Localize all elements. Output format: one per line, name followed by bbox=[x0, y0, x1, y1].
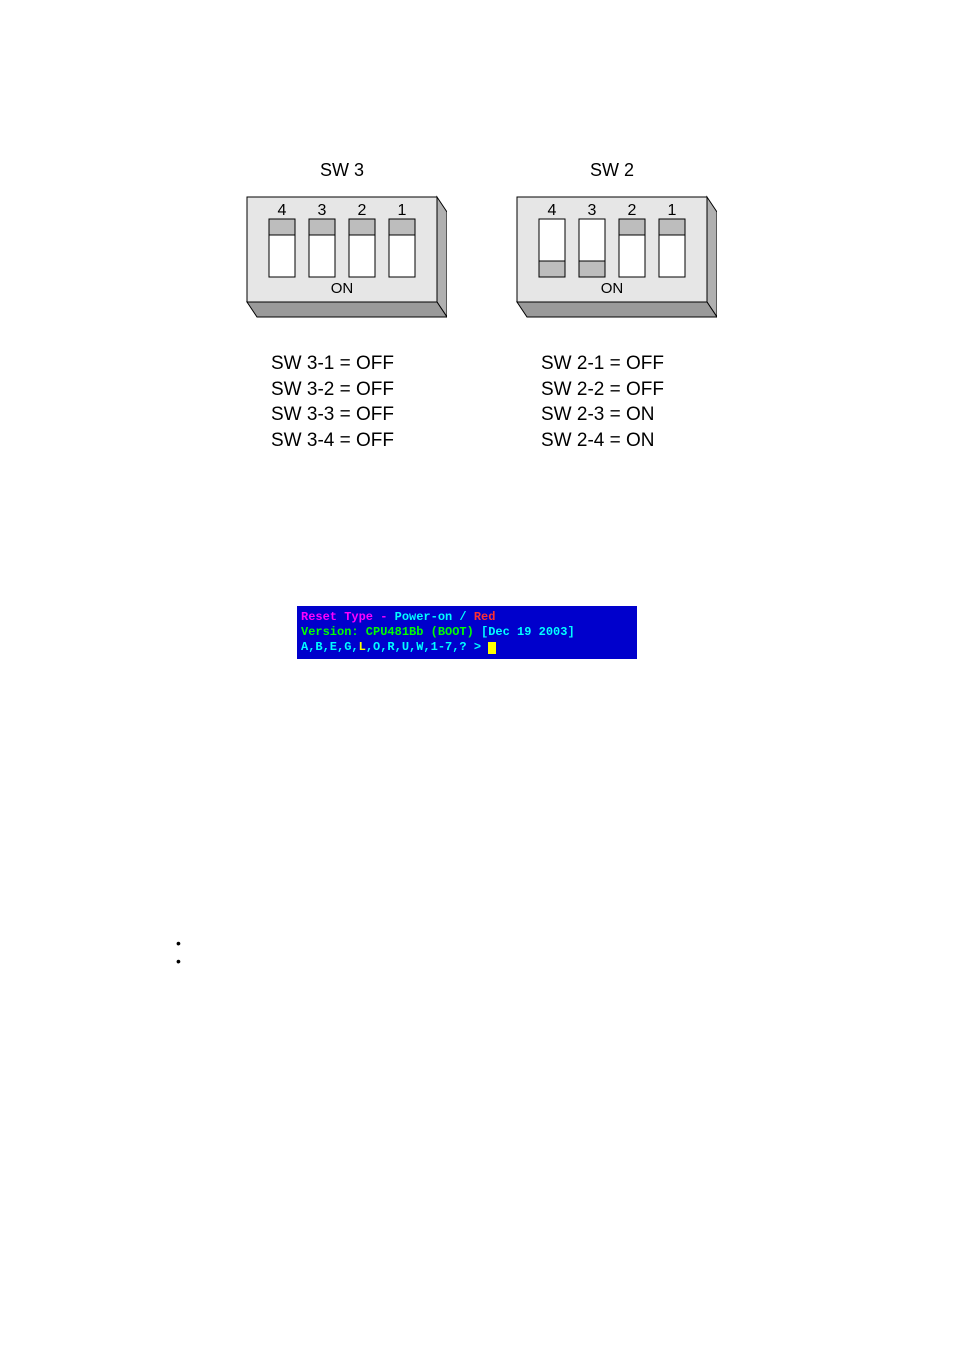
terminal-output: Reset Type - Power-on / Red Version: CPU… bbox=[297, 606, 637, 659]
switch-title: SW 2 bbox=[507, 160, 717, 181]
terminal-text: A,B,E,G, bbox=[301, 640, 359, 654]
on-label: ON bbox=[601, 280, 624, 297]
terminal-text: Reset Type - bbox=[301, 610, 395, 624]
dip-slot bbox=[539, 219, 565, 277]
dip-slot bbox=[269, 219, 295, 277]
switch-block-sw2: SW 2 4 3 2 1 bbox=[507, 160, 717, 454]
slot-num: 3 bbox=[318, 202, 327, 219]
slot-num: 1 bbox=[668, 202, 677, 219]
slot-num: 1 bbox=[398, 202, 407, 219]
switch-state: SW 2-1 = OFF bbox=[541, 351, 717, 377]
slot-num: 4 bbox=[278, 202, 287, 219]
cursor-icon bbox=[488, 642, 496, 654]
terminal-text: ,O,R,U,W,1-7,? > bbox=[366, 640, 488, 654]
switch-title: SW 3 bbox=[237, 160, 447, 181]
dip-slot bbox=[309, 219, 335, 277]
dip-slot bbox=[389, 219, 415, 277]
slot-num: 3 bbox=[588, 202, 597, 219]
terminal-text: / bbox=[452, 610, 474, 624]
switch-state-list: SW 3-1 = OFF SW 3-2 = OFF SW 3-3 = OFF S… bbox=[237, 351, 447, 454]
slot-num: 4 bbox=[548, 202, 557, 219]
terminal-text: Power-on bbox=[395, 610, 453, 624]
terminal-line: Version: CPU481Bb (BOOT) [Dec 19 2003] bbox=[301, 625, 631, 640]
bullet-icon: • bbox=[176, 935, 181, 951]
dip-slot bbox=[619, 219, 645, 277]
switch-state: SW 3-4 = OFF bbox=[271, 428, 447, 454]
terminal-text: [Dec 19 2003] bbox=[481, 625, 575, 639]
switch-state: SW 2-3 = ON bbox=[541, 402, 717, 428]
dip-switch-sw2: 4 3 2 1 bbox=[507, 187, 717, 327]
on-label: ON bbox=[331, 280, 354, 297]
switch-state: SW 2-4 = ON bbox=[541, 428, 717, 454]
dip-slot bbox=[579, 219, 605, 277]
terminal-line: A,B,E,G,L,O,R,U,W,1-7,? > bbox=[301, 640, 631, 655]
terminal-text: L bbox=[359, 640, 366, 654]
switch-state: SW 3-3 = OFF bbox=[271, 402, 447, 428]
bullet-list: • • bbox=[176, 935, 181, 971]
terminal-line: Reset Type - Power-on / Red bbox=[301, 610, 631, 625]
switch-state: SW 3-1 = OFF bbox=[271, 351, 447, 377]
terminal-text: Version: CPU481Bb (BOOT) bbox=[301, 625, 481, 639]
dip-slot bbox=[349, 219, 375, 277]
switch-state: SW 3-2 = OFF bbox=[271, 377, 447, 403]
dip-slot bbox=[659, 219, 685, 277]
dip-switch-figure: SW 3 4 3 2 1 bbox=[0, 160, 954, 454]
switch-state: SW 2-2 = OFF bbox=[541, 377, 717, 403]
slot-num: 2 bbox=[358, 202, 367, 219]
switch-block-sw3: SW 3 4 3 2 1 bbox=[237, 160, 447, 454]
dip-switch-sw3: 4 3 2 1 bbox=[237, 187, 447, 327]
switch-state-list: SW 2-1 = OFF SW 2-2 = OFF SW 2-3 = ON SW… bbox=[507, 351, 717, 454]
bullet-icon: • bbox=[176, 953, 181, 969]
slot-num: 2 bbox=[628, 202, 637, 219]
terminal-text: Red bbox=[474, 610, 496, 624]
